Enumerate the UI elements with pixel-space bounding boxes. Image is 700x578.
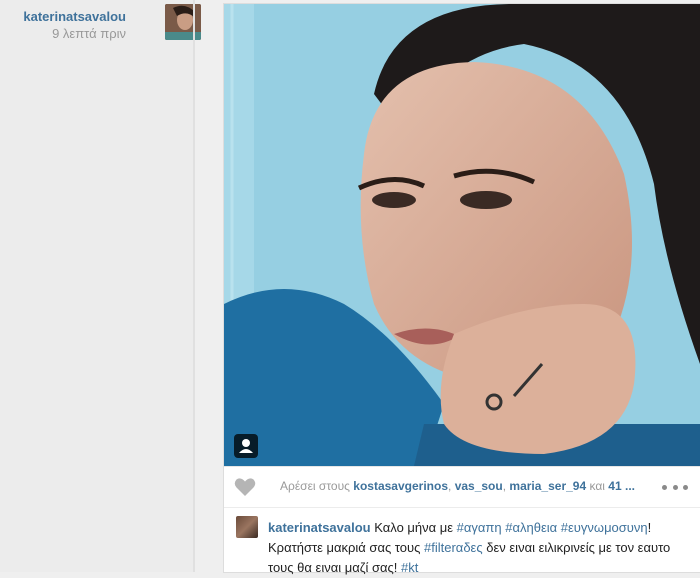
post-card: Αρέσει στους kostasavgerinos, vas_sou, m… xyxy=(224,4,700,575)
caption-avatar[interactable] xyxy=(236,516,258,538)
more-dots-icon xyxy=(672,484,678,490)
likes-separator: , xyxy=(448,479,452,493)
hashtag-link[interactable]: #filterαδες xyxy=(424,540,483,555)
more-dots-icon xyxy=(662,484,667,490)
likes-separator: , xyxy=(502,479,507,493)
like-button[interactable] xyxy=(234,477,256,497)
user-tag-icon[interactable] xyxy=(234,434,258,458)
photo-image xyxy=(224,4,700,466)
author-avatar[interactable] xyxy=(165,4,201,40)
post-caption: katerinatsavalou Καλο μήνα με #αγαπη #αλ… xyxy=(224,508,700,575)
feed-divider xyxy=(193,0,195,572)
liker-link[interactable]: vas_sou xyxy=(455,479,503,493)
hashtag-link[interactable]: #ευγνωμοσυνη xyxy=(561,520,648,535)
post-photo[interactable] xyxy=(224,4,700,466)
person-glyph xyxy=(239,439,253,453)
likes-summary: Αρέσει στους kostasavgerinos, vas_sou, m… xyxy=(280,479,640,493)
hashtag-link[interactable]: #αληθεια xyxy=(505,520,557,535)
likes-and: και xyxy=(589,479,605,493)
post-timestamp[interactable]: 9 λεπτά πριν xyxy=(52,26,126,41)
caption-text: katerinatsavalou Καλο μήνα με #αγαπη #αλ… xyxy=(268,518,688,578)
likes-more-count[interactable]: 41 ... xyxy=(608,479,635,493)
avatar-image xyxy=(165,4,201,40)
more-dots-icon xyxy=(683,484,688,490)
post-actions-bar: Αρέσει στους kostasavgerinos, vas_sou, m… xyxy=(224,466,700,508)
liker-link[interactable]: kostasavgerinos xyxy=(353,479,448,493)
heart-icon xyxy=(234,478,256,496)
author-username[interactable]: katerinatsavalou xyxy=(23,9,126,24)
hashtag-link[interactable]: #kt xyxy=(401,560,418,575)
caption-username[interactable]: katerinatsavalou xyxy=(268,520,371,535)
more-options-button[interactable] xyxy=(662,479,688,495)
caption-segment: Καλο μήνα με xyxy=(374,520,457,535)
likes-prefix: Αρέσει στους xyxy=(280,479,350,493)
hashtag-link[interactable]: #αγαπη xyxy=(457,520,502,535)
liker-link[interactable]: maria_ser_94 xyxy=(509,479,586,493)
left-gutter: katerinatsavalou 9 λεπτά πριν xyxy=(0,0,201,572)
